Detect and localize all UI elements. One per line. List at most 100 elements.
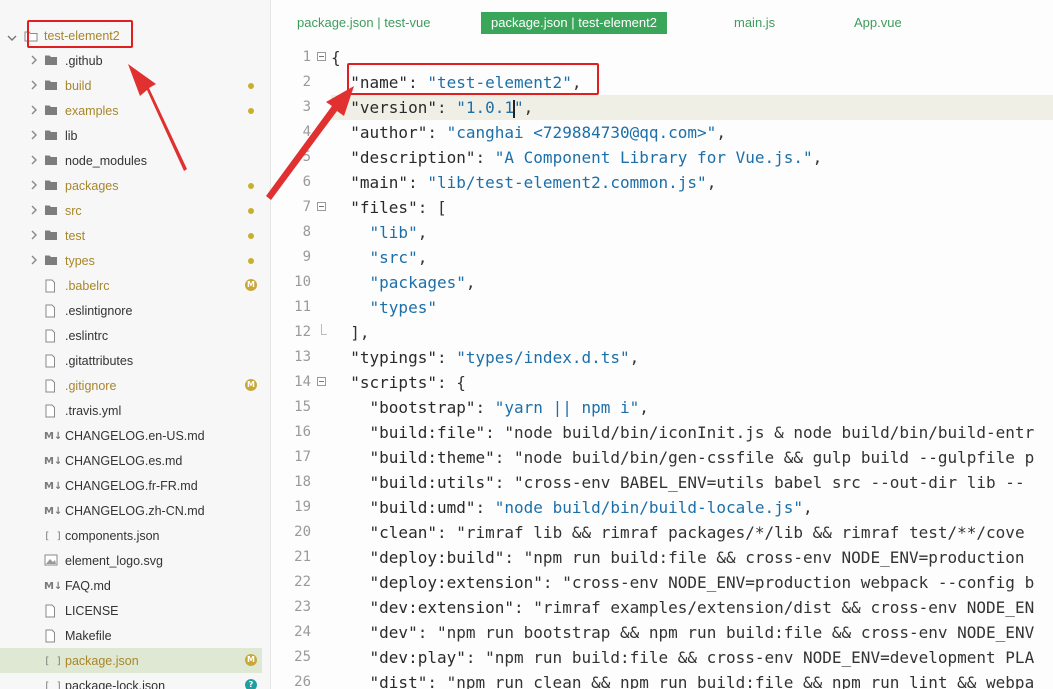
tree-file-item[interactable]: [ ] components.json bbox=[0, 523, 262, 548]
git-status-dot bbox=[248, 108, 254, 114]
code-text: "lib", bbox=[369, 223, 428, 242]
tree-item-label: package.json bbox=[65, 654, 139, 668]
tree-folder-item[interactable]: packages bbox=[0, 173, 262, 198]
tree-file-item[interactable]: M↓ FAQ.md bbox=[0, 573, 262, 598]
git-status-dot bbox=[248, 183, 254, 189]
code-line[interactable]: 15 "bootstrap": "yarn || npm i", bbox=[271, 395, 1053, 420]
tree-folder-item[interactable]: .github bbox=[0, 48, 262, 73]
tree-file-item[interactable]: .eslintrc bbox=[0, 323, 262, 348]
code-line[interactable]: 20 "clean": "rimraf lib && rimraf packag… bbox=[271, 520, 1053, 545]
tree-file-item[interactable]: .travis.yml bbox=[0, 398, 262, 423]
chevron-right-icon[interactable] bbox=[29, 154, 39, 166]
folder-icon bbox=[44, 229, 58, 241]
tree-file-item[interactable]: .gitattributes bbox=[0, 348, 262, 373]
chevron-right-icon[interactable] bbox=[29, 179, 39, 191]
editor-tab[interactable]: package.json | test-element2 bbox=[481, 12, 667, 34]
markdown-icon: M↓ bbox=[44, 454, 60, 466]
tree-file-item[interactable]: Makefile bbox=[0, 623, 262, 648]
tree-folder-item[interactable]: test bbox=[0, 223, 262, 248]
tree-folder-item[interactable]: types bbox=[0, 248, 262, 273]
tree-file-item[interactable]: M↓ CHANGELOG.en-US.md bbox=[0, 423, 262, 448]
tree-file-item[interactable]: [ ] package.json M bbox=[0, 648, 262, 673]
tree-file-item[interactable]: LICENSE bbox=[0, 598, 262, 623]
editor-tab-bar: package.json | test-vue package.json | te… bbox=[271, 0, 1053, 42]
code-line[interactable]: 16 "build:file": "node build/bin/iconIni… bbox=[271, 420, 1053, 445]
tree-file-item[interactable]: .gitignore M bbox=[0, 373, 262, 398]
tree-item-label: FAQ.md bbox=[65, 579, 111, 593]
line-number: 16 bbox=[294, 424, 311, 440]
code-line[interactable]: 6 "main": "lib/test-element2.common.js", bbox=[271, 170, 1053, 195]
tree-item-label: package-lock.json bbox=[65, 679, 166, 689]
code-line[interactable]: 24 "dev": "npm run bootstrap && npm run … bbox=[271, 620, 1053, 645]
tree-item-label: CHANGELOG.fr-FR.md bbox=[65, 479, 198, 493]
tree-item-label: .gitattributes bbox=[65, 354, 134, 368]
tree-folder-item[interactable]: build bbox=[0, 73, 262, 98]
code-line[interactable]: 3 "version": "1.0.1", bbox=[271, 95, 1053, 120]
tree-item-label: Makefile bbox=[65, 629, 112, 643]
tree-folder-item[interactable]: examples bbox=[0, 98, 262, 123]
chevron-right-icon[interactable] bbox=[29, 254, 39, 266]
chevron-right-icon[interactable] bbox=[29, 79, 39, 91]
code-line[interactable]: 21 "deploy:build": "npm run build:file &… bbox=[271, 545, 1053, 570]
code-text: "scripts": { bbox=[350, 373, 466, 392]
tree-folder-item[interactable]: lib bbox=[0, 123, 262, 148]
fold-toggle-icon[interactable] bbox=[317, 52, 326, 61]
tree-file-item[interactable]: [ ] package-lock.json? bbox=[0, 673, 262, 689]
chevron-down-icon[interactable] bbox=[6, 30, 18, 41]
folder-icon bbox=[44, 129, 58, 141]
editor-tab[interactable]: package.json | test-vue bbox=[297, 12, 430, 34]
tree-item-label: build bbox=[65, 79, 92, 93]
code-line[interactable]: 13 "typings": "types/index.d.ts", bbox=[271, 345, 1053, 370]
code-line[interactable]: 12 ], bbox=[271, 320, 1053, 345]
code-text: "packages", bbox=[369, 273, 476, 292]
chevron-right-icon[interactable] bbox=[29, 229, 39, 241]
tree-item-label: src bbox=[65, 204, 82, 218]
tree-file-item[interactable]: M↓ CHANGELOG.es.md bbox=[0, 448, 262, 473]
code-line[interactable]: 11 "types" bbox=[271, 295, 1053, 320]
code-line[interactable]: 14 "scripts": { bbox=[271, 370, 1053, 395]
tree-file-item[interactable]: element_logo.svg bbox=[0, 548, 262, 573]
chevron-right-icon[interactable] bbox=[29, 104, 39, 116]
tree-item-label: CHANGELOG.zh-CN.md bbox=[65, 504, 205, 518]
line-number: 17 bbox=[294, 449, 311, 465]
tree-file-item[interactable]: .eslintignore bbox=[0, 298, 262, 323]
folder-icon bbox=[44, 154, 58, 166]
fold-toggle-icon[interactable] bbox=[317, 202, 326, 211]
code-line[interactable]: 26 "dist": "npm run clean && npm run bui… bbox=[271, 670, 1053, 689]
tree-folder-item[interactable]: src bbox=[0, 198, 262, 223]
code-line[interactable]: 18 "build:utils": "cross-env BABEL_ENV=u… bbox=[271, 470, 1053, 495]
tree-file-item[interactable]: M↓ CHANGELOG.zh-CN.md bbox=[0, 498, 262, 523]
editor-tab[interactable]: App.vue bbox=[854, 12, 902, 34]
code-line[interactable]: 8 "lib", bbox=[271, 220, 1053, 245]
tree-item-label: node_modules bbox=[65, 154, 148, 168]
chevron-right-icon[interactable] bbox=[29, 129, 39, 141]
code-text: "main": "lib/test-element2.common.js", bbox=[350, 173, 717, 192]
line-number: 11 bbox=[294, 299, 311, 315]
code-line[interactable]: 10 "packages", bbox=[271, 270, 1053, 295]
chevron-right-icon[interactable] bbox=[29, 204, 39, 216]
code-text: "dev:play": "npm run build:file && cross… bbox=[369, 648, 1035, 667]
tree-file-item[interactable]: M↓ CHANGELOG.fr-FR.md bbox=[0, 473, 262, 498]
tree-item-label: LICENSE bbox=[65, 604, 119, 618]
code-line[interactable]: 25 "dev:play": "npm run build:file && cr… bbox=[271, 645, 1053, 670]
editor-tab[interactable]: main.js bbox=[734, 12, 775, 34]
code-editor[interactable]: 1{2 "name": "test-element2", 3 "version":… bbox=[271, 45, 1053, 689]
code-line[interactable]: 4 "author": "canghai <729884730@qq.com>"… bbox=[271, 120, 1053, 145]
line-number: 25 bbox=[294, 649, 311, 665]
file-icon bbox=[44, 354, 58, 368]
code-line[interactable]: 23 "dev:extension": "rimraf examples/ext… bbox=[271, 595, 1053, 620]
line-number: 15 bbox=[294, 399, 311, 415]
code-text: "src", bbox=[369, 248, 428, 267]
code-line[interactable]: 17 "build:theme": "node build/bin/gen-cs… bbox=[271, 445, 1053, 470]
fold-toggle-icon[interactable] bbox=[317, 377, 326, 386]
line-number: 21 bbox=[294, 549, 311, 565]
code-line[interactable]: 9 "src", bbox=[271, 245, 1053, 270]
tree-file-item[interactable]: .babelrc M bbox=[0, 273, 262, 298]
code-line[interactable]: 7 "files": [ bbox=[271, 195, 1053, 220]
code-line[interactable]: 5 "description": "A Component Library fo… bbox=[271, 145, 1053, 170]
code-line[interactable]: 19 "build:umd": "node build/bin/build-lo… bbox=[271, 495, 1053, 520]
tree-item-label: types bbox=[65, 254, 95, 268]
chevron-right-icon[interactable] bbox=[29, 54, 39, 66]
code-line[interactable]: 22 "deploy:extension": "cross-env NODE_E… bbox=[271, 570, 1053, 595]
tree-folder-item[interactable]: node_modules bbox=[0, 148, 262, 173]
